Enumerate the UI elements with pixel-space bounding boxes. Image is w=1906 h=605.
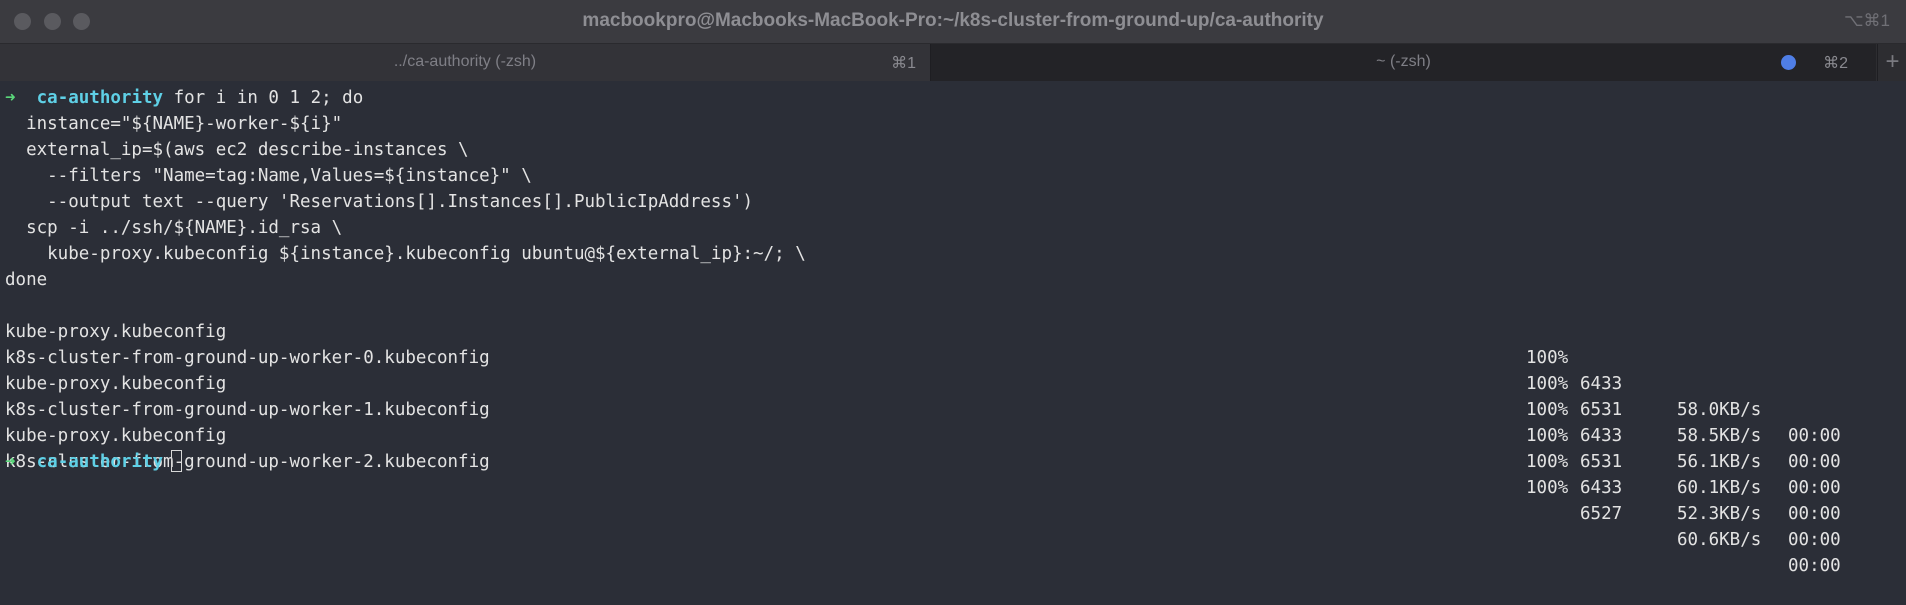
transfer-percent: 100% — [1526, 452, 1569, 472]
transfer-time: 00:00 — [1788, 556, 1841, 576]
transfer-time: 00:00 — [1788, 530, 1841, 550]
terminal-window: macbookpro@Macbooks-MacBook-Pro:~/k8s-cl… — [0, 0, 1906, 576]
transfer-row: kube-proxy.kubeconfig 100% 6433 58.0KB/s… — [0, 293, 1906, 446]
transfer-rate: 56.1KB/s — [1677, 452, 1762, 472]
command-line: --output text --query 'Reservations[].In… — [5, 192, 754, 212]
transfer-row: k8s-cluster-from-ground-up-worker-0.kube… — [0, 319, 1906, 472]
tab-label: ~ (-zsh) — [1376, 53, 1431, 70]
command-line: instance="${NAME}-worker-${i}" — [5, 114, 343, 134]
command-line-1: ➜ ca-authority for i in 0 1 2; do — [5, 85, 363, 111]
window-shortcut: ⌥⌘1 — [1843, 11, 1890, 30]
tab-shortcut: ⌘2 — [1823, 55, 1848, 72]
new-tab-button[interactable]: + — [1877, 44, 1906, 81]
tab-shortcut: ⌘1 — [891, 55, 916, 72]
transfer-row: k8s-cluster-from-ground-up-worker-2.kube… — [0, 423, 1906, 576]
transfer-row: kube-proxy.kubeconfig 100% 6433 52.3KB/s… — [0, 397, 1906, 550]
transfer-bytes: 6531 — [1580, 452, 1623, 472]
command-prompt[interactable]: ➜ ca-authority — [5, 449, 183, 475]
tab-bar: ../ca-authority (-zsh) ⌘1 ~ (-zsh) ⌘2 + — [0, 44, 1906, 81]
command-line: external_ip=$(aws ec2 describe-instances… — [5, 140, 469, 160]
tab-ca-authority[interactable]: ../ca-authority (-zsh) ⌘1 — [0, 44, 931, 81]
transfer-rate: 60.1KB/s — [1677, 478, 1762, 498]
window-title: macbookpro@Macbooks-MacBook-Pro:~/k8s-cl… — [582, 10, 1324, 31]
transfer-time: 00:00 — [1788, 478, 1841, 498]
transfer-time: 00:00 — [1788, 504, 1841, 524]
transfer-rate: 52.3KB/s — [1677, 504, 1762, 524]
prompt-arrow-icon: ➜ — [5, 88, 16, 108]
command-line: kube-proxy.kubeconfig ${instance}.kubeco… — [5, 244, 806, 264]
transfer-rate: 60.6KB/s — [1677, 530, 1762, 550]
command-line: scp -i ../ssh/${NAME}.id_rsa \ — [5, 218, 343, 238]
transfer-row: k8s-cluster-from-ground-up-worker-1.kube… — [0, 371, 1906, 524]
prompt-directory: ca-authority — [36, 452, 164, 472]
tab-label: ../ca-authority (-zsh) — [393, 53, 537, 70]
transfer-time: 00:00 — [1788, 452, 1841, 472]
transfer-bytes: 6433 — [1580, 478, 1623, 498]
tab-home[interactable]: ~ (-zsh) ⌘2 — [931, 44, 1876, 81]
command-line: done — [5, 270, 48, 290]
transfer-row: kube-proxy.kubeconfig 100% 6433 56.1KB/s… — [0, 345, 1906, 498]
command-text: for i in 0 1 2; do — [173, 88, 364, 108]
transfer-bytes: 6527 — [1580, 504, 1623, 524]
text-cursor — [171, 450, 183, 472]
prompt-arrow-icon: ➜ — [5, 452, 16, 472]
command-line: --filters "Name=tag:Name,Values=${instan… — [5, 166, 532, 186]
title-bar[interactable]: macbookpro@Macbooks-MacBook-Pro:~/k8s-cl… — [0, 0, 1906, 44]
prompt-directory: ca-authority — [36, 88, 164, 108]
terminal-output[interactable]: ➜ ca-authority for i in 0 1 2; do instan… — [0, 82, 1906, 576]
activity-indicator-icon — [1781, 55, 1796, 70]
transfer-percent: 100% — [1526, 478, 1569, 498]
